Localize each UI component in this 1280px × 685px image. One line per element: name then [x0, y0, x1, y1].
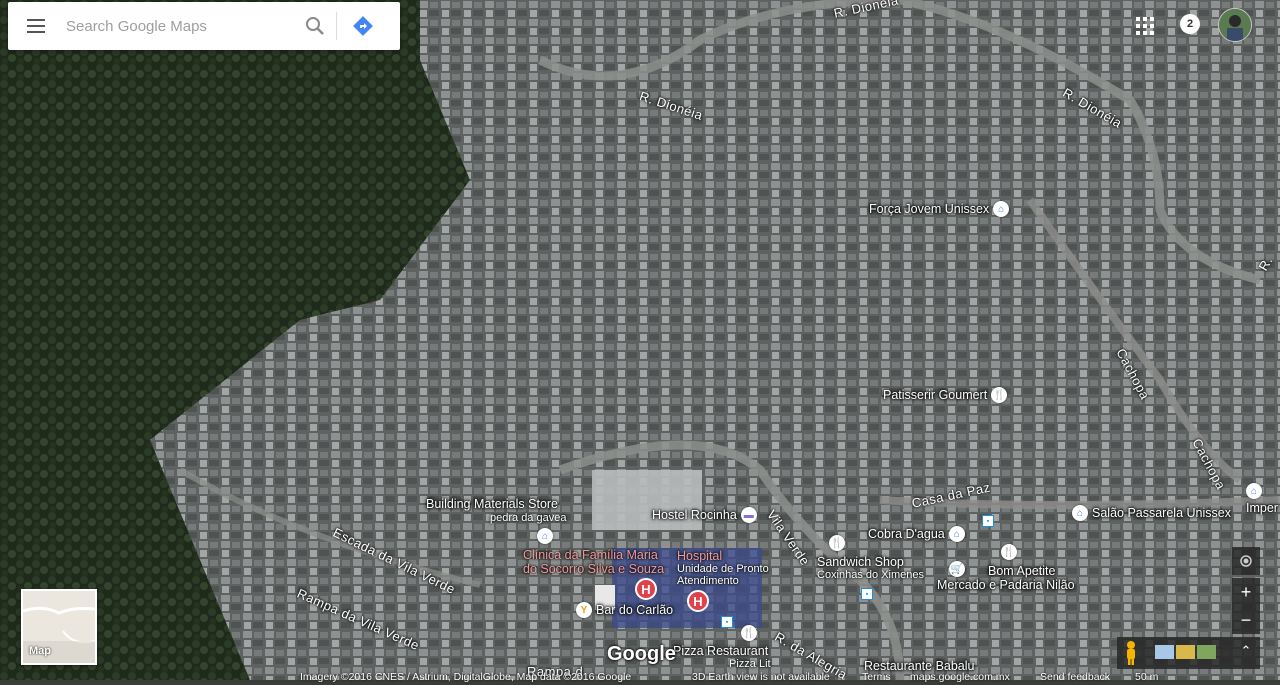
- minus-icon: −: [1240, 609, 1252, 630]
- avatar[interactable]: [1218, 8, 1252, 42]
- satellite-map[interactable]: R. Dionéia R. Dionéia R. Dionéia Cachopa…: [0, 0, 1280, 680]
- zoom-in-button[interactable]: +: [1232, 578, 1260, 606]
- pegman-icon[interactable]: [1122, 640, 1140, 666]
- terms-link[interactable]: Terms: [862, 671, 891, 683]
- directions-button[interactable]: [337, 2, 389, 50]
- place-building-materials[interactable]: Building Materials Store: [426, 497, 558, 511]
- shopping-icon: ⌂: [948, 526, 965, 542]
- shopping-icon[interactable]: ⌂: [537, 528, 553, 544]
- store-icon: ⌂: [1246, 483, 1262, 499]
- search-box: [8, 2, 400, 50]
- bus-stop-icon[interactable]: ▪: [721, 616, 733, 628]
- imagery-strip[interactable]: [1155, 645, 1217, 661]
- expand-chevron-icon[interactable]: ⌃: [1236, 643, 1256, 663]
- restaurant-icon[interactable]: 🍴: [741, 625, 757, 641]
- hospital-marker-icon[interactable]: H: [687, 590, 709, 612]
- place-salao[interactable]: ⌂ Salão Passarela Unissex: [1072, 505, 1231, 521]
- place-pedra-da-gavea[interactable]: pedra da gavea: [490, 512, 566, 524]
- place-patisserie[interactable]: Patisserir Goumert 🍴: [883, 387, 1008, 403]
- footer-bar: Imagery ©2016 CNES / Astrium, DigitalGlo…: [0, 671, 1280, 685]
- hotel-icon: ▬: [740, 507, 757, 523]
- scale-label: 50 m: [1135, 671, 1159, 683]
- map-type-toggle[interactable]: Map: [21, 589, 97, 665]
- zoom-out-button[interactable]: −: [1232, 606, 1260, 634]
- place-bar-do-carlao[interactable]: Y Bar do Carlão: [576, 602, 673, 618]
- imagery-attribution: Imagery ©2016 CNES / Astrium, DigitalGlo…: [300, 671, 632, 683]
- menu-button[interactable]: [8, 2, 64, 50]
- profile-photo: [1219, 9, 1251, 41]
- search-input[interactable]: [64, 10, 294, 42]
- search-button[interactable]: [294, 2, 336, 50]
- imagery-thumb[interactable]: [1176, 645, 1195, 659]
- place-cobra-dagua[interactable]: Cobra D'agua ⌂: [868, 526, 965, 542]
- store-icon: ⌂: [993, 201, 1010, 217]
- restaurant-icon: 🍴: [991, 387, 1008, 403]
- place-imper[interactable]: ⌂ Imper: [1246, 483, 1278, 515]
- place-clinica[interactable]: Clínica da Família Maria do Socorro Silv…: [523, 548, 664, 576]
- bar-icon: Y: [576, 602, 592, 618]
- street-view-icon: [1127, 641, 1135, 665]
- map-type-label: Map: [29, 645, 51, 657]
- restaurant-icon[interactable]: 🍴: [829, 535, 845, 551]
- place-hospital[interactable]: Hospital Unidade de Pronto Atendimento: [677, 549, 769, 587]
- directions-icon: [353, 16, 373, 36]
- imagery-thumb[interactable]: [1197, 645, 1216, 659]
- earth-view-notice: 3D Earth view is not available: [692, 671, 830, 683]
- plus-icon: +: [1240, 581, 1252, 602]
- feedback-link[interactable]: Send feedback: [1040, 671, 1110, 683]
- place-forca-jovem[interactable]: Força Jovem Unissex ⌂: [869, 201, 1010, 217]
- google-logo: Google: [607, 643, 676, 665]
- notifications-badge[interactable]: 2: [1180, 14, 1200, 34]
- place-sandwich-shop[interactable]: Sandwich Shop Coxinhas do Ximenes: [817, 555, 924, 581]
- shopping-cart-icon[interactable]: 🛒: [949, 561, 965, 577]
- bus-stop-icon[interactable]: ▪: [982, 515, 994, 527]
- store-icon: ⌂: [1072, 505, 1088, 521]
- imagery-thumb[interactable]: [1155, 645, 1174, 659]
- location-icon: [1240, 555, 1252, 567]
- place-hostel[interactable]: Hostel Rocinha ▬: [652, 507, 757, 523]
- hospital-marker-icon[interactable]: H: [635, 578, 657, 600]
- place-bom-apetite[interactable]: Bom Apetite: [988, 564, 1055, 578]
- domain-link[interactable]: maps.google.com.mx: [910, 671, 1010, 683]
- apps-grid-button[interactable]: [1133, 14, 1157, 38]
- search-icon: [306, 17, 324, 35]
- place-pizza[interactable]: Pizza Restaurant Pizza Lit: [673, 644, 771, 670]
- place-mercado[interactable]: Mercado e Padaria Nilão: [937, 578, 1075, 592]
- restaurant-icon[interactable]: 🍴: [1001, 544, 1017, 560]
- bus-stop-icon[interactable]: ▪: [861, 588, 873, 600]
- my-location-button[interactable]: [1232, 547, 1260, 575]
